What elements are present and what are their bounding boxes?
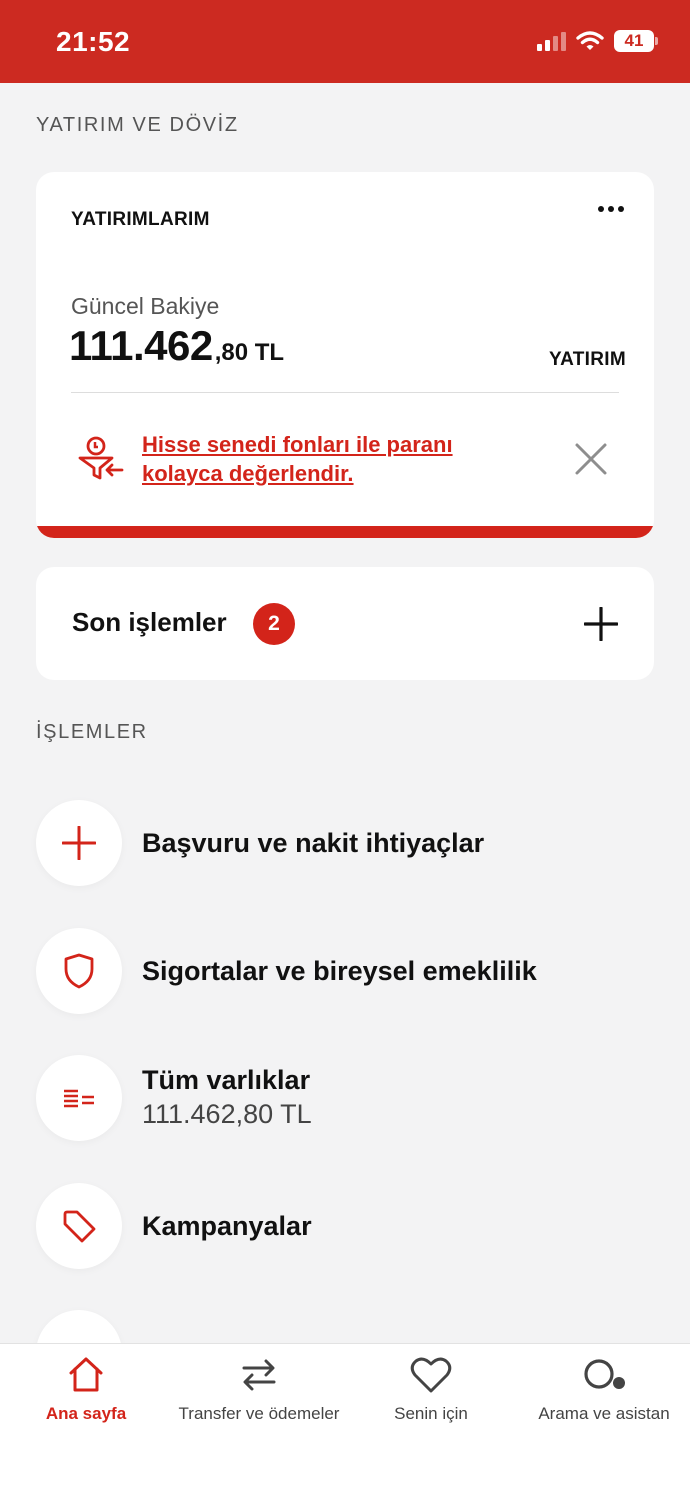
status-icons: 41 (537, 30, 658, 52)
cellular-signal-icon (537, 31, 566, 51)
nav-for-you[interactable]: Senin için (345, 1352, 517, 1424)
menu-item-sub-value: 111.462,80 TL (142, 1099, 312, 1129)
transfer-icon (242, 1359, 276, 1391)
menu-item-label: Başvuru ve nakit ihtiyaçlar (142, 828, 485, 858)
menu-item-label: Kampanyalar (142, 1211, 312, 1241)
nav-home-label: Ana sayfa (45, 1404, 127, 1423)
menu-item-applications[interactable]: Başvuru ve nakit ihtiyaçlar (36, 800, 654, 886)
menu-item-insurance[interactable]: Sigortalar ve bireysel emeklilik (36, 928, 654, 1014)
heart-icon (410, 1357, 452, 1393)
close-icon[interactable] (574, 442, 608, 476)
section-title-operations: İŞLEMLER (36, 721, 148, 743)
investment-link[interactable]: YATIRIM (549, 349, 626, 371)
menu-item-campaigns[interactable]: Kampanyalar (36, 1183, 654, 1269)
recent-transactions-label: Son işlemler (72, 607, 227, 637)
card-accent-bar (36, 526, 654, 538)
menu-item-all-assets[interactable]: Tüm varlıklar 111.462,80 TL (36, 1055, 654, 1141)
status-time: 21:52 (56, 26, 131, 57)
nav-transfer-label: Transfer ve ödemeler (178, 1404, 340, 1423)
recent-transactions-card[interactable]: Son işlemler 2 (36, 567, 654, 680)
section-title-investment: YATIRIM VE DÖVİZ (36, 114, 239, 136)
plus-icon (62, 826, 96, 860)
status-bar: 21:52 41 (0, 0, 690, 83)
investments-card: YATIRIMLARIM Güncel Bakiye 111.462 ,80 T… (36, 172, 654, 538)
balance-decimals: ,80 TL (214, 339, 285, 366)
home-icon (69, 1357, 103, 1392)
nav-search-assistant[interactable]: Arama ve asistan (518, 1352, 690, 1424)
recent-count-badge: 2 (253, 603, 295, 645)
divider (71, 392, 619, 393)
plus-icon[interactable] (584, 607, 618, 641)
nav-for-you-label: Senin için (394, 1404, 468, 1423)
menu-item-label: Tüm varlıklar (142, 1065, 311, 1095)
balance-main: 111.462 (69, 322, 213, 369)
battery-icon: 41 (614, 30, 658, 52)
wifi-icon (576, 31, 604, 50)
list-icon (64, 1089, 94, 1108)
more-options-button[interactable] (598, 206, 624, 212)
search-assistant-icon (584, 1359, 625, 1389)
investments-card-title: YATIRIMLARIM (71, 209, 210, 230)
bottom-navigation: Ana sayfa Transfer ve ödemeler Senin içi… (0, 1343, 690, 1493)
shield-icon (64, 953, 94, 989)
nav-home[interactable]: Ana sayfa (0, 1352, 172, 1424)
battery-level: 41 (614, 30, 654, 52)
menu-item-label: Sigortalar ve bireysel emeklilik (142, 956, 537, 986)
nav-search-assistant-label: Arama ve asistan (538, 1404, 670, 1423)
balance-amount: 111.462 ,80 TL (69, 322, 284, 370)
promo-link[interactable]: Hisse senedi fonları ile paranı kolayca … (142, 430, 532, 488)
tag-icon (63, 1210, 96, 1243)
balance-label: Güncel Bakiye (71, 293, 220, 319)
nav-transfer[interactable]: Transfer ve ödemeler (173, 1352, 345, 1424)
fund-filter-icon (78, 436, 124, 480)
